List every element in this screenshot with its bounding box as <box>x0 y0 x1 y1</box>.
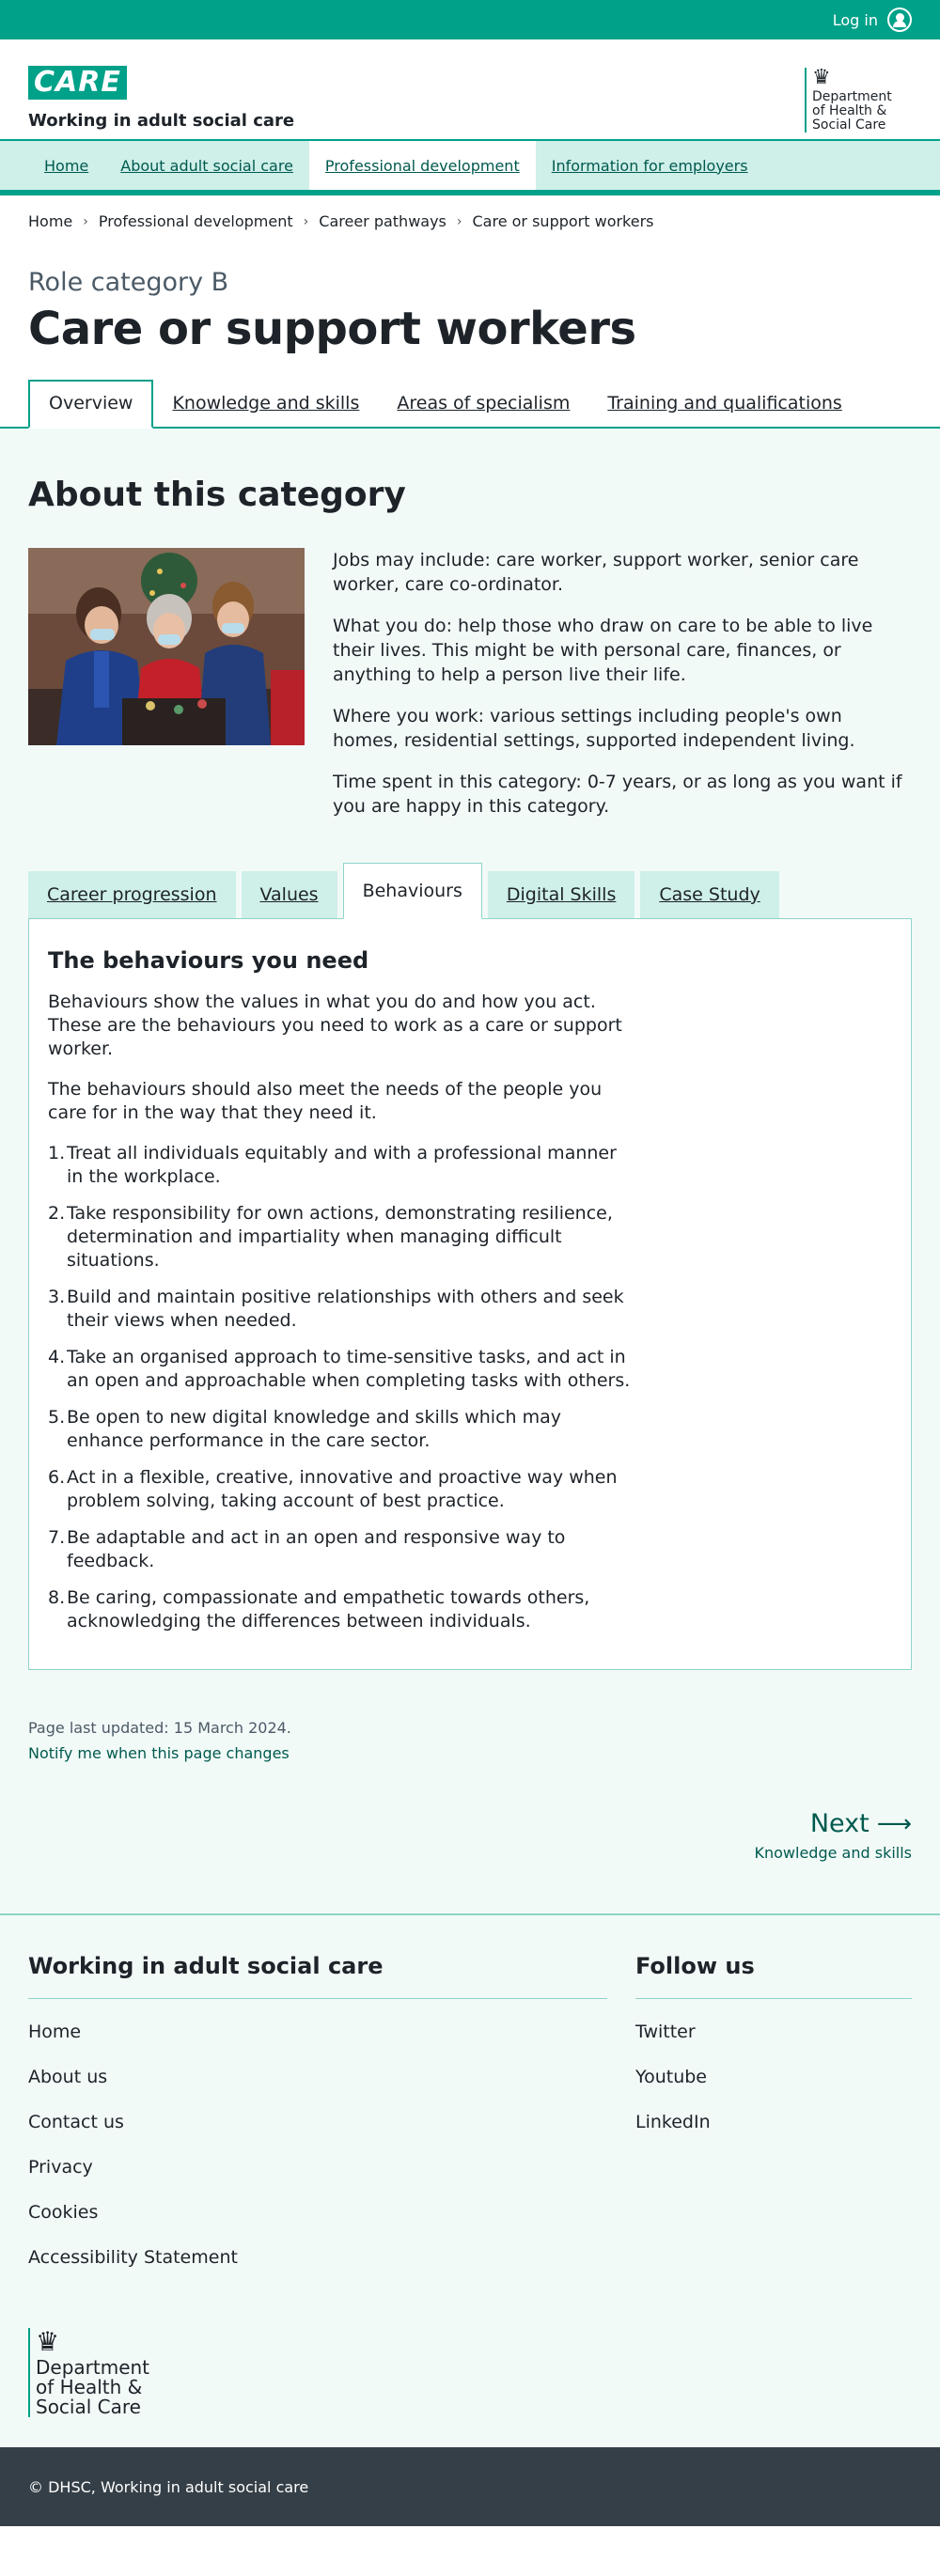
care-logo: CARE <box>28 66 127 100</box>
subtab-values[interactable]: Values <box>241 871 337 918</box>
list-item: 7. Be adaptable and act in an open and re… <box>48 1527 566 1571</box>
behaviours-panel: The behaviours you need Behaviours show … <box>28 918 912 1670</box>
behaviours-list: 1. Treat all individuals equitably and wi… <box>48 1142 631 1633</box>
login-link[interactable]: Log in <box>833 8 912 32</box>
category-subtabs: Career progression Values Behaviours Dig… <box>28 863 912 919</box>
notify-me-link[interactable]: Notify me when this page changes <box>28 1744 290 1762</box>
nav-item-about-adult-social-care[interactable]: About adult social care <box>104 141 309 190</box>
behaviours-title: The behaviours you need <box>48 947 369 974</box>
royal-crest-icon: ♛ <box>36 2326 60 2357</box>
breadcrumb: Home › Professional development › Career… <box>0 212 940 230</box>
footer-links-column: Working in adult social care Home About … <box>28 1953 607 2292</box>
footer-link-linkedin[interactable]: LinkedIn <box>635 2112 711 2132</box>
page-title: Care or support workers <box>28 303 636 355</box>
what-you-do-paragraph: What you do: help those who draw on care… <box>333 616 873 685</box>
footer-link-privacy[interactable]: Privacy <box>28 2157 93 2178</box>
footer-link-accessibility[interactable]: Accessibility Statement <box>28 2247 238 2268</box>
nav-item-information-for-employers[interactable]: Information for employers <box>536 141 764 190</box>
jobs-paragraph: Jobs may include: care worker, support w… <box>333 550 859 595</box>
subtab-case-study[interactable]: Case Study <box>640 871 779 918</box>
overview-content: About this category Jobs may include: ca… <box>0 429 940 1913</box>
follow-us-title: Follow us <box>635 1953 912 1999</box>
tab-training-and-qualifications[interactable]: Training and qualifications <box>588 393 860 427</box>
arrow-right-icon: ⟶ <box>876 1809 912 1838</box>
main-navigation: Home About adult social care Professiona… <box>0 141 940 195</box>
top-bar: Log in <box>0 0 940 39</box>
tab-knowledge-and-skills[interactable]: Knowledge and skills <box>153 393 378 427</box>
list-item: 4. Take an organised approach to time-sen… <box>48 1347 631 1391</box>
footer-dhsc-text: Department of Health & Social Care <box>36 2356 150 2418</box>
list-item: 8. Be caring, compassionate and empatheti… <box>48 1587 590 1631</box>
subtab-career-progression[interactable]: Career progression <box>28 871 236 918</box>
time-spent-paragraph: Time spent in this category: 0-7 years, … <box>333 772 902 817</box>
footer-link-home[interactable]: Home <box>28 2022 81 2042</box>
dhsc-logo[interactable]: ♛ Department of Health & Social Care <box>805 68 906 133</box>
next-page-navigation: Next ⟶ Knowledge and skills <box>28 1809 913 1862</box>
footer-follow-column: Follow us Twitter Youtube LinkedIn <box>635 1953 912 2292</box>
site-footer: Working in adult social care Home About … <box>0 1913 940 2447</box>
page-last-updated: Page last updated: 15 March 2024. <box>28 1719 291 1737</box>
tab-overview[interactable]: Overview <box>28 380 154 429</box>
about-text: Jobs may include: care worker, support w… <box>333 548 912 835</box>
role-category-caption: Role category B <box>28 268 229 297</box>
next-page-title-link[interactable]: Knowledge and skills <box>28 1844 913 1862</box>
list-item: 5. Be open to new digital knowledge and s… <box>48 1407 562 1451</box>
breadcrumb-professional-development[interactable]: Professional development <box>99 212 293 230</box>
chevron-right-icon: › <box>456 213 462 229</box>
nav-item-home[interactable]: Home <box>28 141 104 190</box>
copyright-bar: © DHSC, Working in adult social care <box>0 2447 940 2526</box>
breadcrumb-home[interactable]: Home <box>28 212 72 230</box>
list-item: 6. Act in a flexible, creative, innovativ… <box>48 1467 618 1511</box>
site-name: Working in adult social care <box>28 111 295 131</box>
site-header: CARE Working in adult social care ♛ Depa… <box>0 39 940 141</box>
tab-areas-of-specialism[interactable]: Areas of specialism <box>378 393 588 427</box>
breadcrumb-career-pathways[interactable]: Career pathways <box>319 212 446 230</box>
breadcrumb-current: Care or support workers <box>472 212 654 230</box>
footer-link-twitter[interactable]: Twitter <box>635 2022 696 2042</box>
dhsc-logo-text: Department of Health & Social Care <box>812 89 892 133</box>
behaviours-body: Behaviours show the values in what you d… <box>48 991 631 1633</box>
subtab-behaviours[interactable]: Behaviours <box>342 863 482 919</box>
user-account-icon <box>887 8 912 32</box>
page-tabs: Overview Knowledge and skills Areas of s… <box>0 376 940 429</box>
footer-link-contact-us[interactable]: Contact us <box>28 2112 124 2132</box>
royal-crest-icon: ♛ <box>812 66 831 89</box>
behaviours-intro: The behaviours should also meet the need… <box>48 1079 603 1123</box>
list-item: 2. Take responsibility for own actions, d… <box>48 1203 613 1271</box>
subtab-digital-skills[interactable]: Digital Skills <box>487 871 635 918</box>
copyright-text: © DHSC, Working in adult social care <box>28 2477 309 2496</box>
footer-link-cookies[interactable]: Cookies <box>28 2202 98 2223</box>
behaviours-intro: Behaviours show the values in what you d… <box>48 991 622 1059</box>
next-label: Next <box>809 1809 870 1838</box>
next-link[interactable]: Next ⟶ <box>810 1809 912 1838</box>
about-section-title: About this category <box>28 476 406 514</box>
about-section: Jobs may include: care worker, support w… <box>28 548 912 835</box>
footer-title: Working in adult social care <box>28 1953 607 1999</box>
list-item: 3. Build and maintain positive relationsh… <box>48 1287 624 1331</box>
nav-item-professional-development[interactable]: Professional development <box>308 141 536 190</box>
site-logo-link[interactable]: CARE <box>28 66 127 100</box>
chevron-right-icon: › <box>83 213 88 229</box>
list-item: 1. Treat all individuals equitably and wi… <box>48 1143 617 1187</box>
where-you-work-paragraph: Where you work: various settings includi… <box>333 706 855 751</box>
footer-link-youtube[interactable]: Youtube <box>635 2067 707 2087</box>
footer-link-about-us[interactable]: About us <box>28 2067 107 2087</box>
care-workers-photo <box>28 548 305 745</box>
chevron-right-icon: › <box>303 213 309 229</box>
login-label: Log in <box>832 10 878 29</box>
footer-dhsc-logo[interactable]: ♛ Department of Health & Social Care <box>28 2328 160 2417</box>
